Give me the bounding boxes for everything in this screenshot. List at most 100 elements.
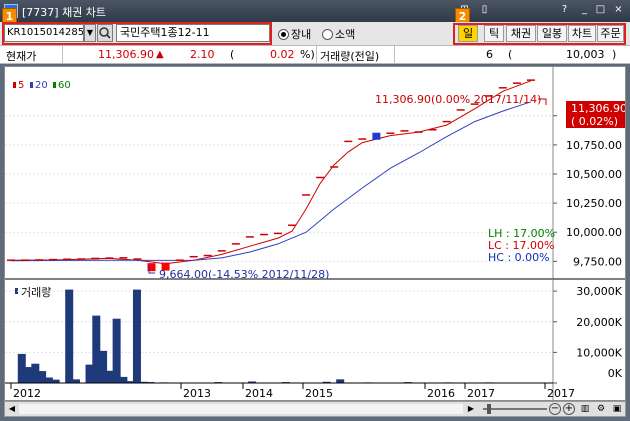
x-tick-label: 2012 [13, 387, 41, 400]
radio-selected-icon [278, 29, 289, 40]
legend-swatch-60 [53, 82, 56, 88]
title-bar: [7737] 채권 차트 ⊞ ▯ ? _ □ × 1 2 [0, 0, 630, 23]
settings-icon[interactable]: ⚙ [595, 403, 607, 415]
zoom-slider-handle[interactable] [487, 404, 491, 414]
x-tick-label: 2013 [183, 387, 211, 400]
rate-open-paren: ( [230, 48, 235, 61]
scroll-left-icon[interactable]: ◀ [6, 403, 18, 415]
split-icon[interactable]: ▯ [478, 3, 491, 17]
price-tick-label: 10,000.00 [566, 226, 622, 239]
hc-stat: HC : 0.00% [488, 251, 550, 264]
zoom-out-icon[interactable]: − [549, 403, 561, 415]
current-rate-tag: ( 0.02%) [571, 115, 618, 128]
radio-on-exchange[interactable]: 장내 [278, 26, 311, 42]
x-tick-label: 2017 [467, 387, 495, 400]
volume-tick-label: 10,000K [576, 346, 622, 359]
volume-bars [17, 289, 494, 384]
divider [62, 46, 63, 64]
title-button-group: ⊞ ▯ ? _ □ × [454, 0, 630, 22]
radio-unselected-icon [322, 29, 333, 40]
bond-name-field: 국민주택1종12-11 [116, 24, 270, 42]
volume-tick-label: 20,000K [576, 316, 622, 329]
price-axis: 11,000.0010,750.0010,500.0010,250.0010,0… [553, 110, 622, 268]
moving-averages [10, 80, 532, 265]
price-tick-label: 9,750.00 [573, 255, 622, 268]
current-price-tag: 11,306.90 [571, 102, 625, 115]
radio-label: 장내 [291, 28, 312, 41]
radio-label: 소액 [335, 28, 356, 41]
bond-chart[interactable]: 5 20 60 11,000.0010,750.0010,500.0010,25… [5, 67, 627, 400]
chart-area[interactable]: 5 20 60 11,000.0010,750.0010,500.0010,25… [4, 66, 627, 401]
grid [5, 115, 553, 262]
search-icon [99, 27, 111, 39]
divider [316, 46, 317, 64]
tab-day[interactable]: 일 [458, 25, 478, 42]
price-tick-label: 10,500.00 [566, 168, 622, 181]
ma-line-5 [10, 80, 532, 265]
minimize-icon[interactable]: _ [578, 3, 591, 17]
scroll-right-icon[interactable]: ▶ [465, 403, 477, 415]
low-annotation: 9,664.00(-14.53% 2012/11/28) [159, 268, 329, 281]
help-icon[interactable]: ? [558, 3, 571, 17]
ma-line-20 [10, 101, 532, 262]
change-value: 2.10 [190, 48, 215, 61]
x-tick-label: 2015 [305, 387, 333, 400]
search-button[interactable] [97, 24, 113, 42]
toolbar: KR1015014285 ▼ 국민주택1종12-11 장내 소액 일 틱 채권 … [0, 22, 630, 46]
volume-bar [51, 379, 60, 383]
marker-badge-1: 1 [2, 8, 17, 23]
volume-value: 6 [486, 48, 493, 61]
zoom-slider[interactable] [483, 408, 547, 410]
legend-label-20: 20 [35, 80, 48, 91]
bond-code-input[interactable]: KR1015014285 [4, 24, 84, 42]
close-icon[interactable]: × [612, 3, 625, 17]
volume-tick-label: 0K [608, 367, 623, 380]
tab-chart[interactable]: 차트 [568, 25, 596, 42]
volume-label: 거래량(전일) [320, 50, 380, 63]
price-tick-label: 10,250.00 [566, 197, 622, 210]
volume-bar [132, 289, 141, 383]
x-axis: 2012 2013 2014 2015 2016 2017 2017 [10, 383, 575, 400]
high-annotation: 11,306.90(0.00% 2017/11/14) [375, 93, 541, 106]
candle-mode-icon[interactable]: ▥ [579, 403, 591, 415]
volume-axis: 30,000K 20,000K 10,000K 0K [553, 285, 623, 384]
up-arrow-icon: ▲ [156, 49, 164, 60]
marker-badge-2: 2 [455, 8, 470, 23]
current-price-label: 현재가 [6, 50, 37, 63]
x-tick-label: 2017 [547, 387, 575, 400]
maximize-icon[interactable]: □ [594, 3, 607, 17]
volume-bar [336, 379, 345, 383]
divider [394, 46, 395, 64]
chevron-down-icon[interactable]: ▼ [84, 24, 96, 42]
quote-bar: 현재가 11,306.90 ▲ 2.10 ( 0.02 %) 거래량(전일) 6… [0, 46, 630, 64]
scroll-track[interactable] [19, 404, 463, 414]
price-tick-label: 10,750.00 [566, 139, 622, 152]
change-rate: 0.02 [270, 48, 295, 61]
candle-down [372, 132, 381, 140]
volume-bar [112, 318, 121, 383]
legend-swatch-20 [30, 82, 33, 88]
legend-label-60: 60 [58, 80, 71, 91]
x-tick-label: 2016 [427, 387, 455, 400]
volume-grid [5, 290, 553, 353]
prev-open-paren: ( [508, 48, 513, 61]
zoom-in-icon[interactable]: + [563, 403, 575, 415]
candles [7, 79, 535, 272]
tab-order[interactable]: 주문 [597, 25, 624, 42]
x-tick-label: 2014 [245, 387, 273, 400]
chart-scrollbar[interactable]: ◀ ▶ − + ▥ ⚙ ▣ [4, 401, 626, 417]
legend-swatch-5 [13, 82, 16, 88]
legend-label-5: 5 [18, 80, 24, 91]
tool-icon[interactable]: ▣ [611, 403, 623, 415]
prev-close-paren: ) [612, 48, 617, 61]
volume-tick-label: 30,000K [576, 285, 622, 298]
volume-bar [71, 379, 80, 383]
current-price-value: 11,306.90 [98, 48, 154, 61]
ma-legend: 5 20 60 [13, 80, 71, 91]
prev-volume-value: 10,003 [566, 48, 605, 61]
tab-tick[interactable]: 틱 [484, 25, 504, 42]
tab-daily[interactable]: 일봉 [537, 25, 567, 42]
radio-small-amount[interactable]: 소액 [322, 26, 355, 42]
tab-bond[interactable]: 채권 [506, 25, 536, 42]
window-title: [7737] 채권 차트 [22, 6, 107, 19]
